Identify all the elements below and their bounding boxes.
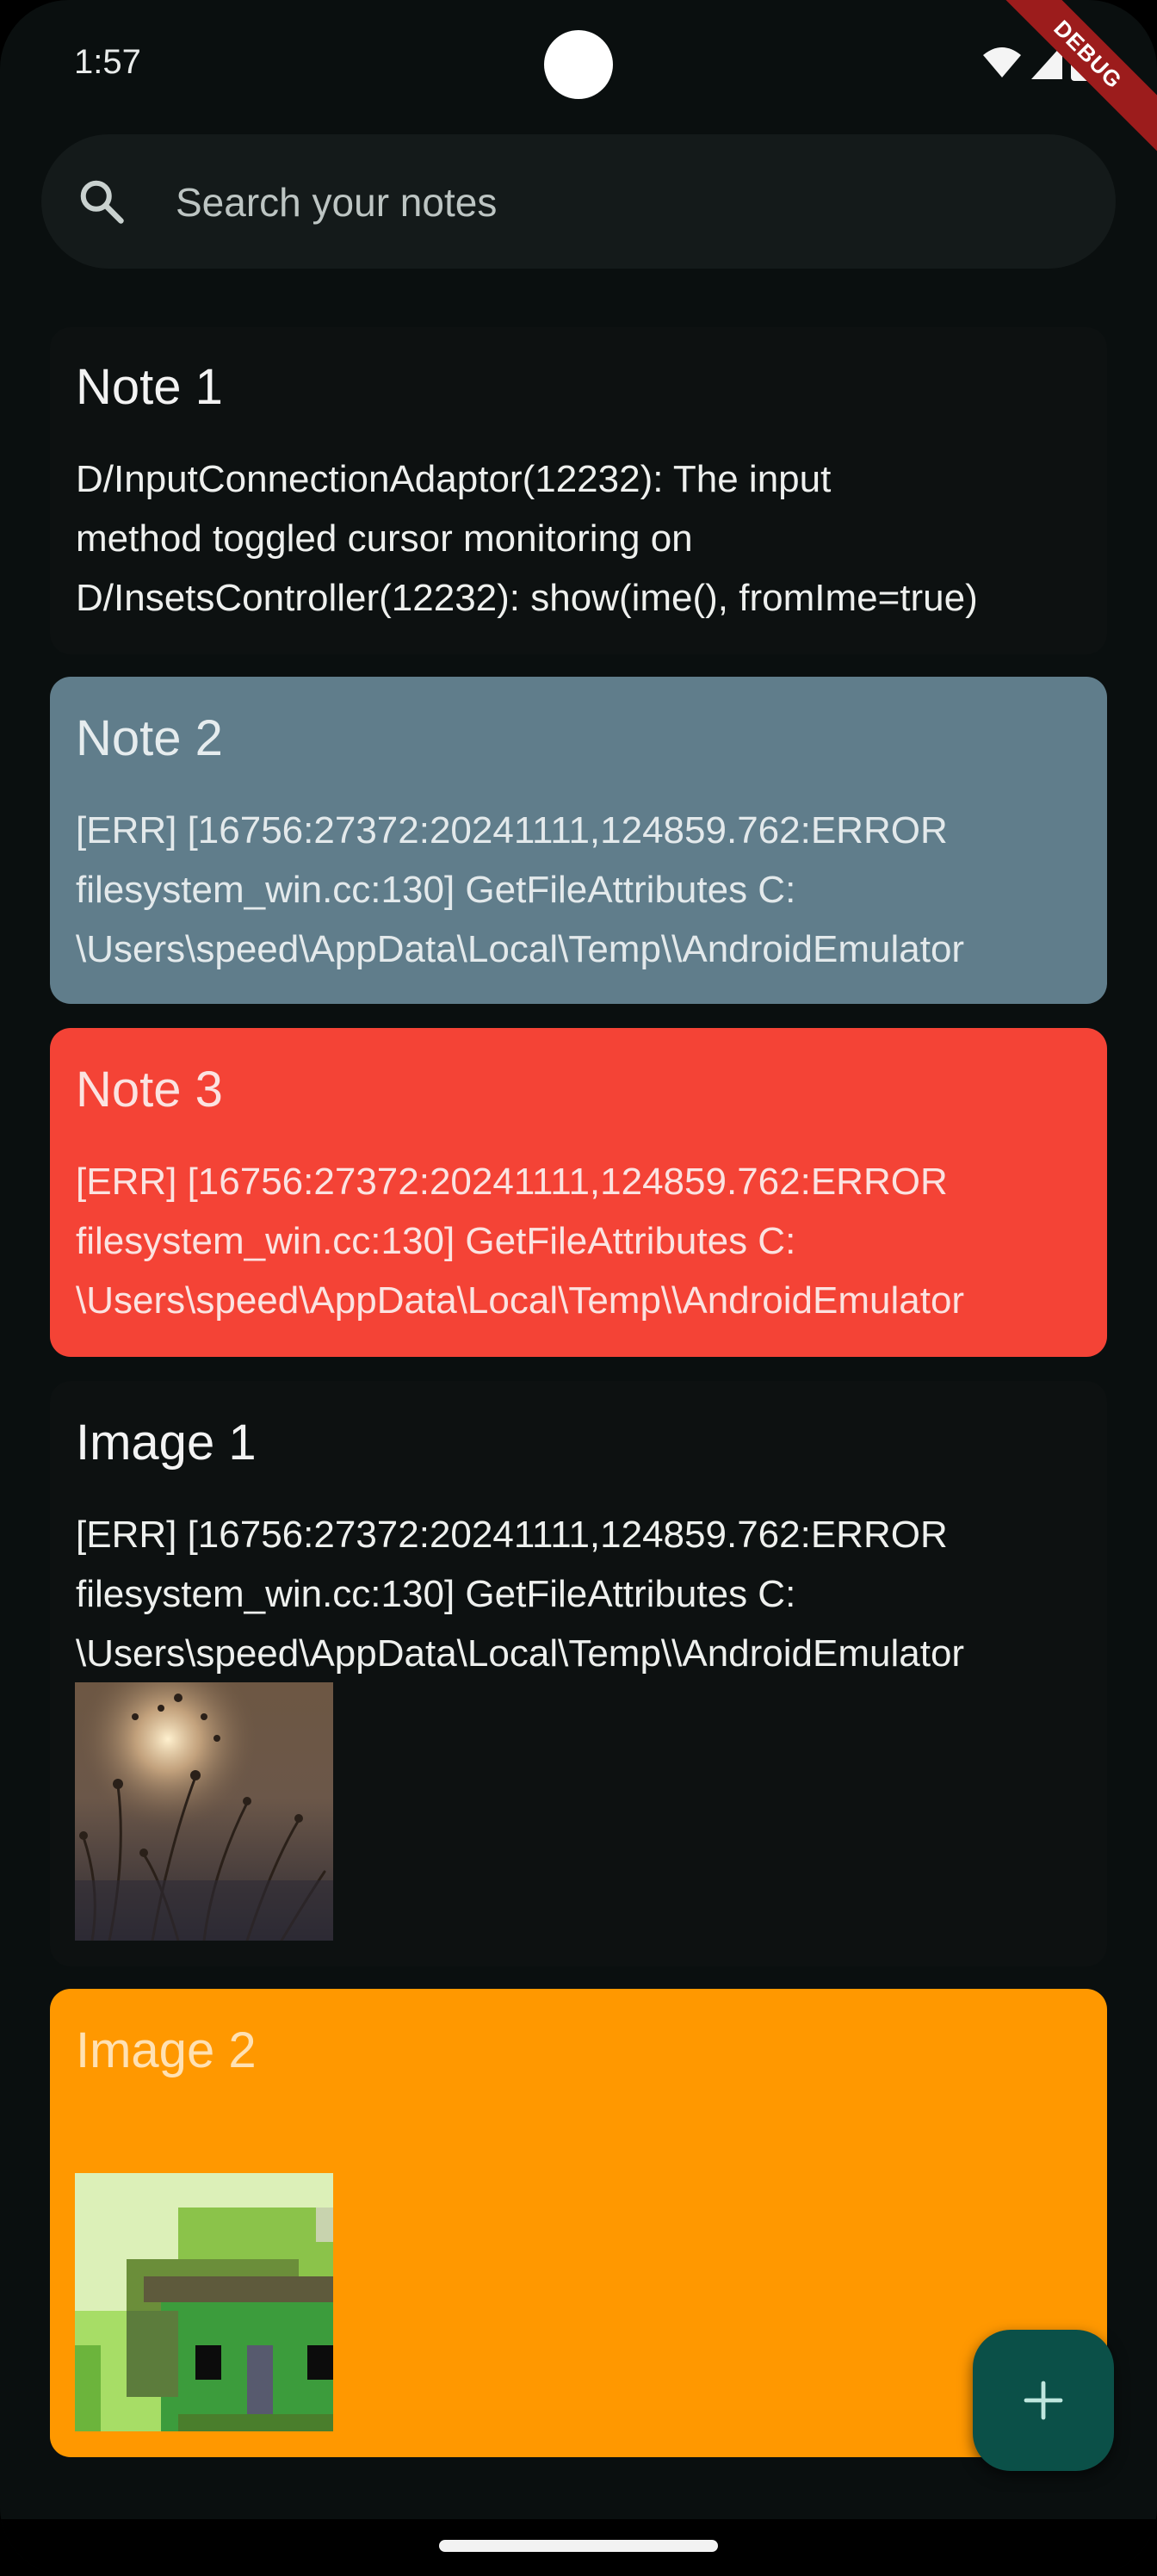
note-preview-line: \Users\speed\AppData\Local\Temp\\Android… (76, 1279, 965, 1322)
wifi-icon (983, 47, 1021, 77)
camera-cutout (544, 30, 613, 99)
note-card[interactable]: Image 2 (50, 1989, 1107, 2457)
note-title: Note 2 (76, 710, 223, 766)
search-input[interactable]: Search your notes (176, 179, 497, 226)
search-icon[interactable] (76, 176, 127, 227)
note-preview-line: \Users\speed\AppData\Local\Temp\\Android… (76, 928, 965, 970)
status-bar: 1:57 DEBUG (0, 0, 1157, 160)
note-image-thumbnail (75, 2173, 333, 2431)
note-title: Note 3 (76, 1062, 223, 1118)
note-preview: [ERR] [16756:27372:20241111,124859.762:E… (76, 801, 1083, 979)
note-image-thumbnail (75, 1682, 333, 1941)
note-preview-line: method toggled cursor monitoring on (76, 517, 693, 560)
note-title: Image 1 (76, 1415, 257, 1471)
note-preview-line: D/InsetsController(12232): show(ime(), f… (76, 577, 978, 619)
note-preview-line: [ERR] [16756:27372:20241111,124859.762:E… (76, 809, 948, 851)
home-gesture-handle[interactable] (439, 2540, 718, 2552)
note-card[interactable]: Note 2 [ERR] [16756:27372:20241111,12485… (50, 677, 1107, 1004)
add-note-button[interactable] (973, 2330, 1114, 2471)
note-preview-line: \Users\speed\AppData\Local\Temp\\Android… (76, 1632, 965, 1675)
note-preview-line: filesystem_win.cc:130] GetFileAttributes… (76, 869, 796, 911)
note-title: Image 2 (76, 2022, 257, 2078)
search-bar[interactable]: Search your notes (41, 134, 1116, 269)
note-card[interactable]: Image 1 [ERR] [16756:27372:20241111,1248… (50, 1381, 1107, 1966)
note-title: Note 1 (76, 359, 223, 415)
status-time: 1:57 (74, 43, 141, 81)
note-card[interactable]: Note 1 D/InputConnectionAdaptor(12232): … (50, 327, 1107, 654)
note-card[interactable]: Note 3 [ERR] [16756:27372:20241111,12485… (50, 1028, 1107, 1357)
note-preview: [ERR] [16756:27372:20241111,124859.762:E… (76, 1152, 1083, 1330)
plus-icon (1024, 2381, 1063, 2420)
note-preview-line: [ERR] [16756:27372:20241111,124859.762:E… (76, 1514, 948, 1556)
notes-screen: 1:57 DEBUG Search your notes Note 1 D/In… (0, 0, 1157, 2576)
note-preview-line: filesystem_win.cc:130] GetFileAttributes… (76, 1573, 796, 1615)
note-preview: [ERR] [16756:27372:20241111,124859.762:E… (76, 1505, 1083, 1683)
note-preview-line: [ERR] [16756:27372:20241111,124859.762:E… (76, 1161, 948, 1203)
note-preview: D/InputConnectionAdaptor(12232): The inp… (76, 449, 1083, 628)
note-preview-line: filesystem_win.cc:130] GetFileAttributes… (76, 1220, 796, 1262)
note-preview-line: D/InputConnectionAdaptor(12232): The inp… (76, 458, 832, 500)
